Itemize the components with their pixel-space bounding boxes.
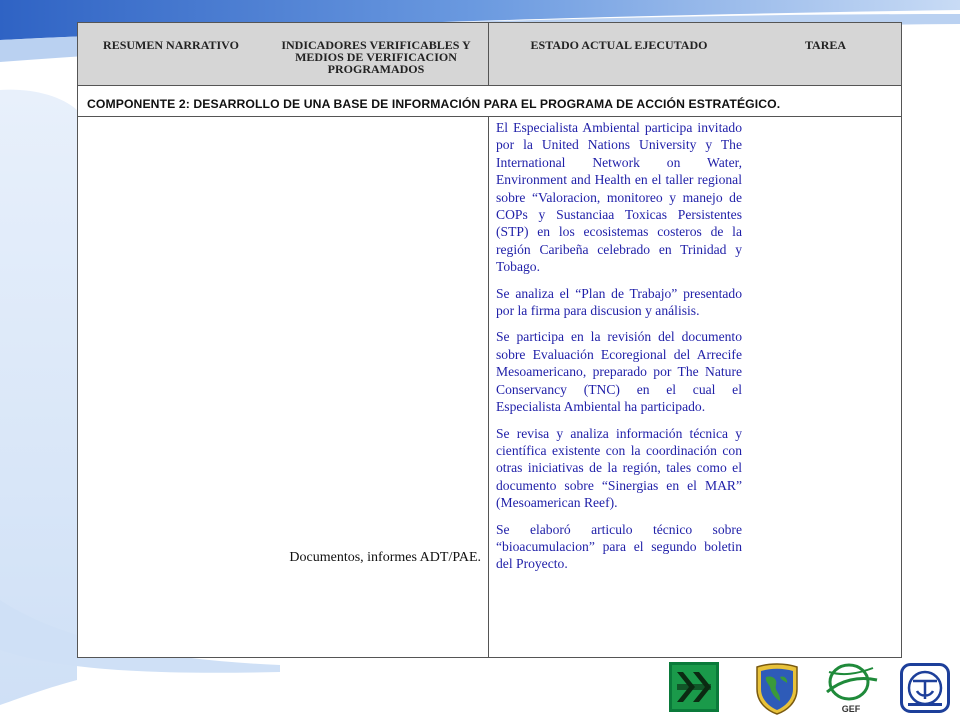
header-indicadores: INDICADORES VERIFICABLES Y MEDIOS DE VER… [281, 38, 471, 76]
header-resumen-narrativo: RESUMEN NARRATIVO [103, 38, 239, 52]
table-header-row: RESUMEN NARRATIVO INDICADORES VERIFICABL… [78, 23, 901, 86]
gef-label: GEF [841, 704, 861, 714]
narrative-table: RESUMEN NARRATIVO INDICADORES VERIFICABL… [77, 22, 902, 658]
header-estado-actual: ESTADO ACTUAL EJECUTADO [530, 38, 708, 52]
gef-logo-icon: GEF [823, 662, 879, 716]
column-divider [488, 117, 489, 657]
ccad-logo-icon [669, 662, 719, 712]
status-paragraphs: El Especialista Ambiental participa invi… [496, 119, 742, 582]
status-paragraph: El Especialista Ambiental participa invi… [496, 120, 742, 275]
status-paragraph: Se participa en la revisión del document… [496, 329, 742, 415]
indicator-text: Documentos, informes ADT/PAE. [289, 550, 481, 565]
status-paragraph: Se elaboró articulo técnico sobre “bioac… [496, 521, 742, 572]
regional-shield-logo-icon [754, 663, 800, 715]
status-paragraph: Se revisa y analiza información técnica … [496, 425, 742, 511]
sica-logo-icon [900, 663, 950, 713]
status-paragraph: Se analiza el “Plan de Trabajo” presenta… [496, 285, 742, 319]
header-divider [488, 23, 489, 85]
header-tarea: TAREA [804, 38, 847, 52]
component-title-row: COMPONENTE 2: DESARROLLO DE UNA BASE DE … [78, 85, 901, 117]
